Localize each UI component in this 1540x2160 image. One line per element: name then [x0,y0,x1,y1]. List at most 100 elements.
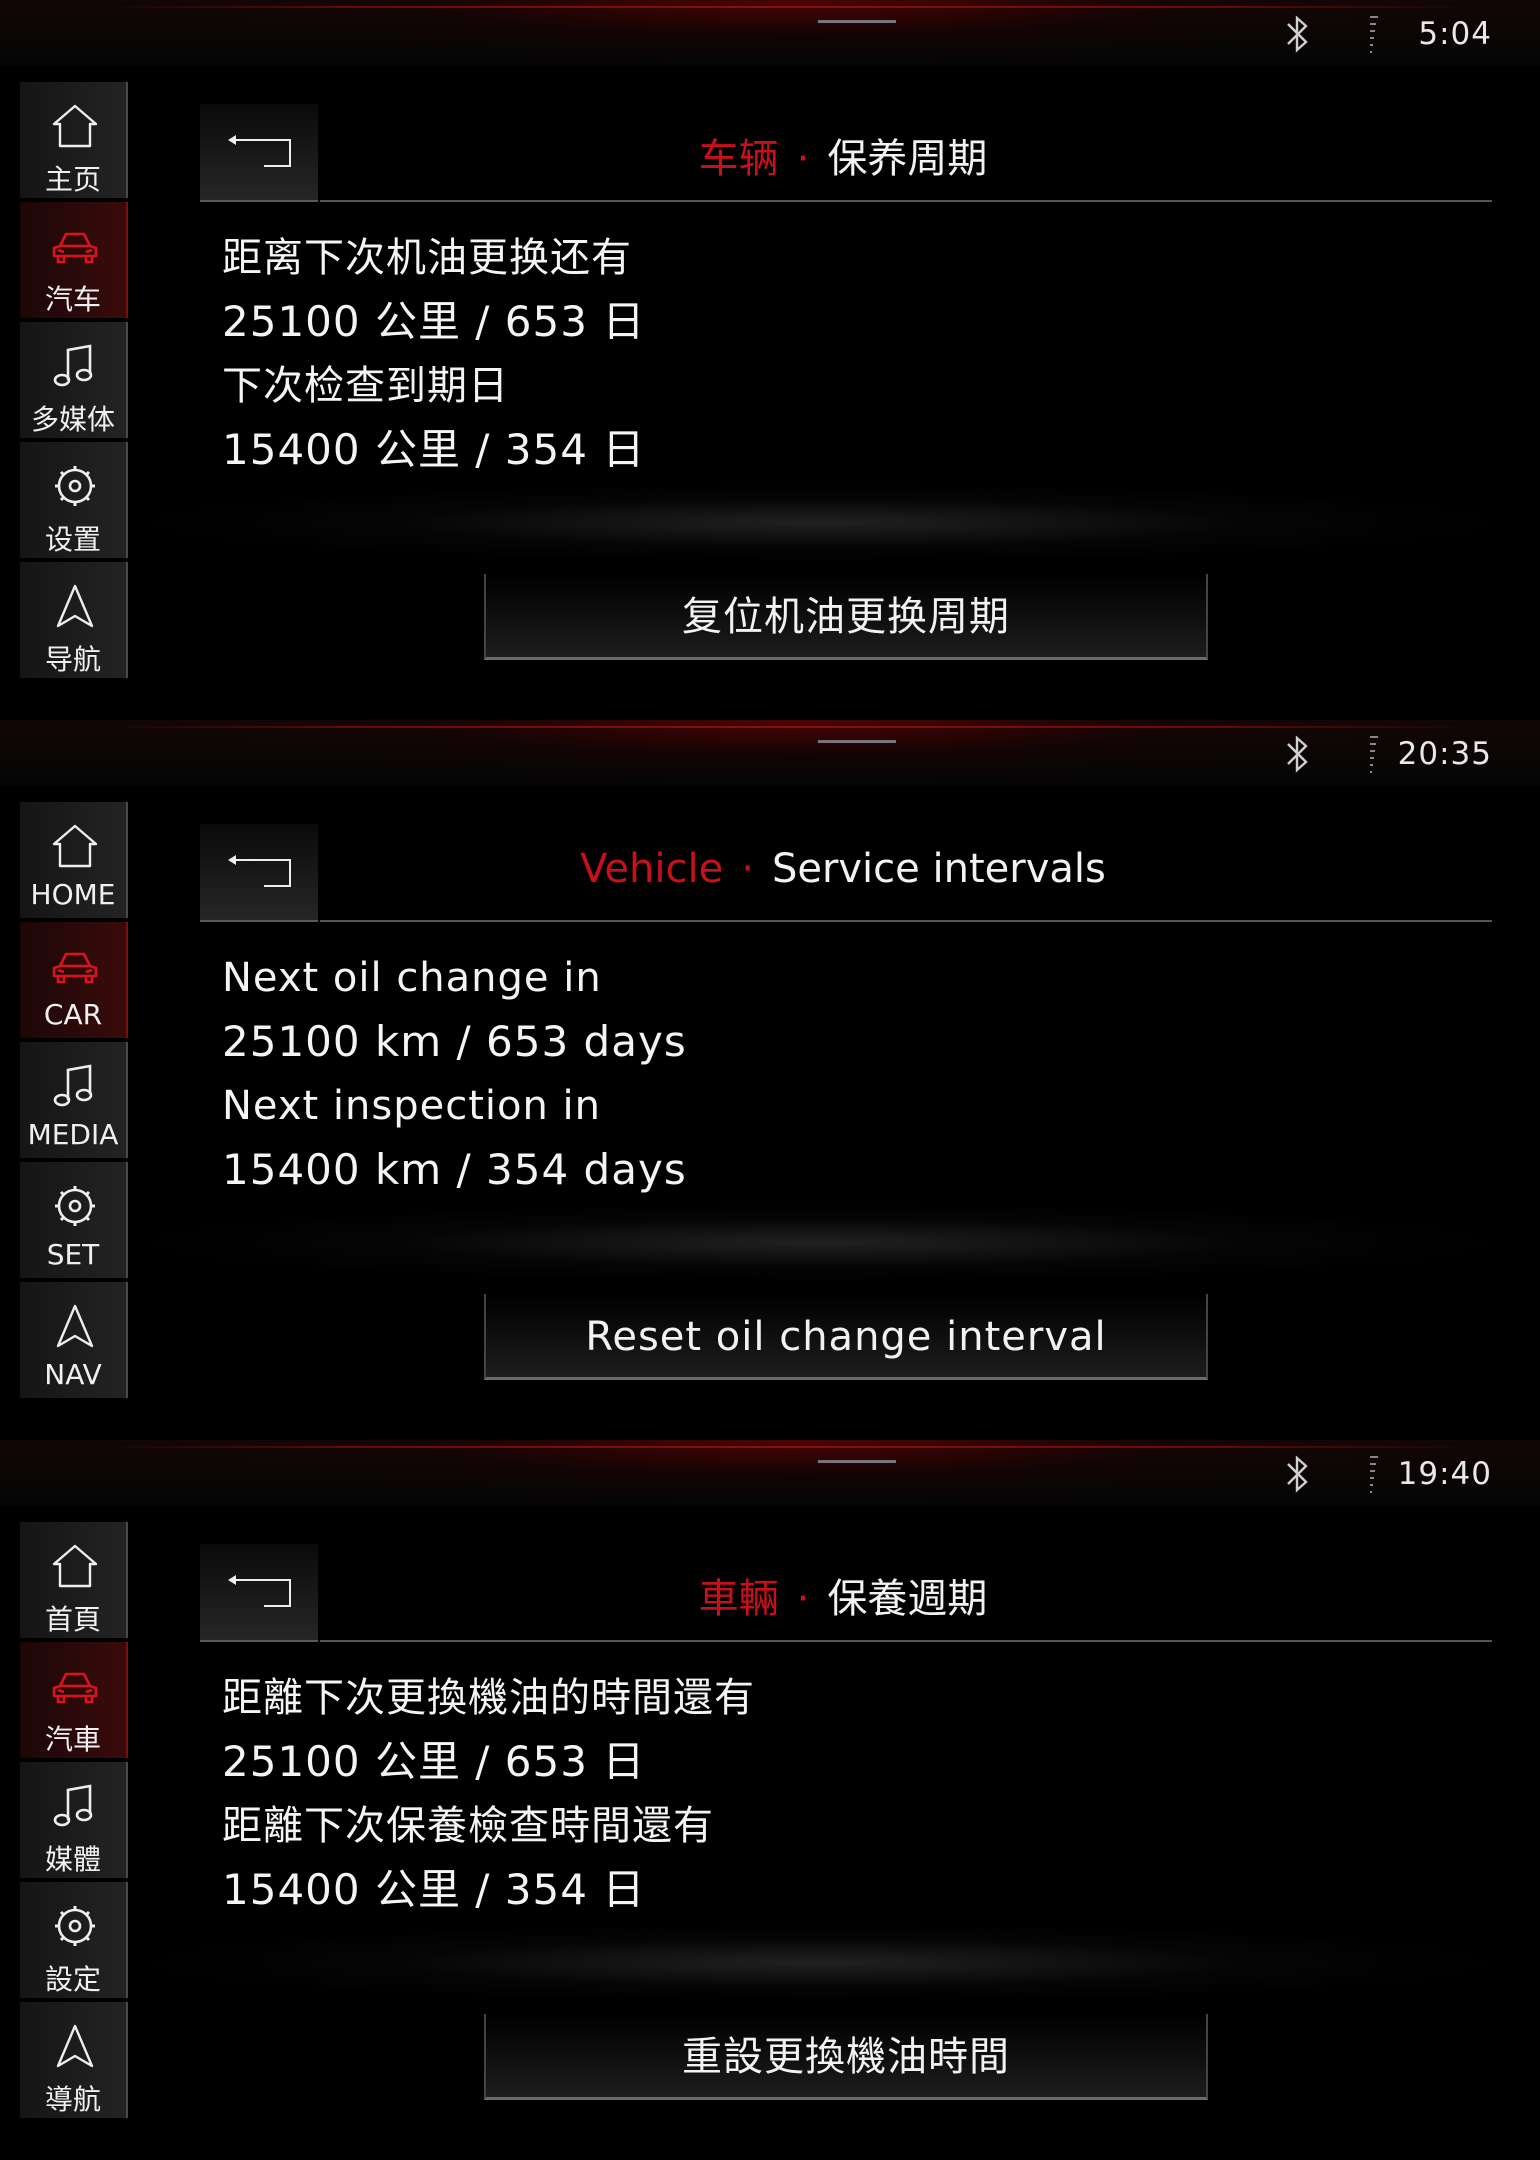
home-icon [52,824,98,868]
page-title: Vehicle · Service intervals [320,846,1366,892]
main-menu-sidebar: HOME CAR MEDIA SET NAV [20,802,128,1402]
oil-change-value: 25100 公里 / 653 日 [222,297,646,346]
nav-item-home[interactable]: HOME [20,802,128,918]
nav-item-navigation[interactable]: 導航 [20,2002,128,2118]
music-icon [53,1784,93,1827]
nav-item-label: 多媒体 [30,403,115,436]
oil-change-label: Next oil change in [222,955,602,1001]
nav-item-label: 導航 [44,2083,101,2116]
status-bar-accent-line [100,6,1480,8]
back-button[interactable] [200,104,318,202]
page-title: 车辆 · 保养周期 [320,126,1366,184]
header-divider [320,200,1492,202]
nav-item-label: 首頁 [44,1603,101,1636]
oil-change-value: 25100 公里 / 653 日 [222,1737,646,1786]
nav-item-label: HOME [30,878,116,911]
page-title-text: Service intervals [771,846,1106,892]
nav-item-label: 主页 [44,163,101,196]
nav-item-music[interactable]: 媒體 [20,1762,128,1878]
page-title: 車輛 · 保養週期 [320,1566,1366,1624]
navigation-icon [56,2024,94,2068]
service-info: 距离下次机油更换还有 25100 公里 / 653 日 下次检查到期日 1540… [222,226,645,482]
breadcrumb-separator: · [796,136,810,182]
clock: 5:04 [1418,16,1492,52]
nav-item-label: NAV [44,1358,102,1391]
main-menu-sidebar: 首頁汽車媒體設定導航 [20,1522,128,2122]
gear-icon [55,1906,95,1946]
nav-item-car[interactable]: CAR [20,922,128,1038]
inspection-label: 距離下次保養檢查時間還有 [222,1803,714,1849]
nav-item-home[interactable]: 主页 [20,82,128,198]
car-icon [52,232,98,264]
nav-item-navigation[interactable]: NAV [20,1282,128,1398]
header-divider [320,1640,1492,1642]
nav-item-gear[interactable]: SET [20,1162,128,1278]
gear-icon [55,1186,95,1226]
breadcrumb-separator: · [741,846,754,892]
reset-oil-change-button[interactable]: 重設更換機油時間 [484,2014,1208,2100]
home-icon [52,1544,98,1588]
page-title-text: 保養週期 [827,1576,988,1622]
nav-item-car[interactable]: 汽車 [20,1642,128,1758]
oil-change-label: 距离下次机油更换还有 [222,235,632,281]
nav-item-car[interactable]: 汽车 [20,202,128,318]
car-icon [52,1672,98,1704]
nav-item-label: CAR [43,998,103,1031]
nav-item-music[interactable]: MEDIA [20,1042,128,1158]
nav-item-label: 汽車 [44,1723,101,1756]
navigation-icon [56,1304,94,1348]
oil-change-label: 距離下次更換機油的時間還有 [222,1675,755,1721]
signal-strength-icon [1370,1456,1378,1493]
screen-panel-3: 19:40 首頁汽車媒體設定導航 車輛 · 保養週期 距離下次更換機油的時間還有 2… [0,1440,1540,2160]
nav-item-music[interactable]: 多媒体 [20,322,128,438]
oil-change-value: 25100 km / 653 days [222,1017,687,1066]
back-button[interactable] [200,824,318,922]
reset-oil-change-button[interactable]: 复位机油更换周期 [484,574,1208,660]
status-bar-accent-line [100,726,1480,728]
nav-item-label: 汽车 [44,283,101,316]
nav-item-label: SET [46,1238,100,1271]
inspection-label: Next inspection in [222,1083,601,1129]
nav-item-label: MEDIA [27,1118,119,1151]
signal-strength-icon [1370,16,1378,53]
status-bar: 19:40 [0,1440,1540,1506]
reset-oil-change-button[interactable]: Reset oil change interval [484,1294,1208,1380]
clock: 20:35 [1397,736,1492,772]
glow-band [120,1908,1520,2018]
nav-item-label: 媒體 [44,1843,101,1876]
bluetooth-icon [1287,1455,1308,1493]
glow-band [120,468,1520,578]
nav-item-gear[interactable]: 设置 [20,442,128,558]
signal-strength-icon [1370,736,1378,773]
inspection-label: 下次检查到期日 [222,363,509,409]
breadcrumb-vehicle[interactable]: 车辆 [699,136,779,182]
main-menu-sidebar: 主页汽车多媒体设置导航 [20,82,128,682]
nav-item-gear[interactable]: 設定 [20,1882,128,1998]
page-title-text: 保养周期 [827,136,988,182]
breadcrumb-separator: · [796,1576,810,1622]
breadcrumb-vehicle[interactable]: Vehicle [580,846,723,892]
nav-item-home[interactable]: 首頁 [20,1522,128,1638]
home-icon [52,104,98,148]
pull-down-handle[interactable] [818,20,896,23]
nav-item-navigation[interactable]: 导航 [20,562,128,678]
gear-icon [55,466,95,506]
navigation-icon [56,584,94,628]
bluetooth-icon [1287,735,1308,773]
clock: 19:40 [1397,1456,1492,1492]
status-bar: 20:35 [0,720,1540,786]
glow-band [120,1188,1520,1298]
nav-item-label: 导航 [44,643,101,676]
service-info: Next oil change in 25100 km / 653 days N… [222,946,687,1202]
status-bar: 5:04 [0,0,1540,66]
music-icon [53,1064,93,1107]
service-info: 距離下次更換機油的時間還有 25100 公里 / 653 日 距離下次保養檢查時… [222,1666,755,1922]
pull-down-handle[interactable] [818,1460,896,1463]
bluetooth-icon [1287,15,1308,53]
back-arrow-icon [228,135,291,167]
breadcrumb-vehicle[interactable]: 車輛 [699,1576,779,1622]
nav-item-label: 設定 [44,1963,101,1996]
back-arrow-icon [228,855,291,887]
back-button[interactable] [200,1544,318,1642]
pull-down-handle[interactable] [818,740,896,743]
